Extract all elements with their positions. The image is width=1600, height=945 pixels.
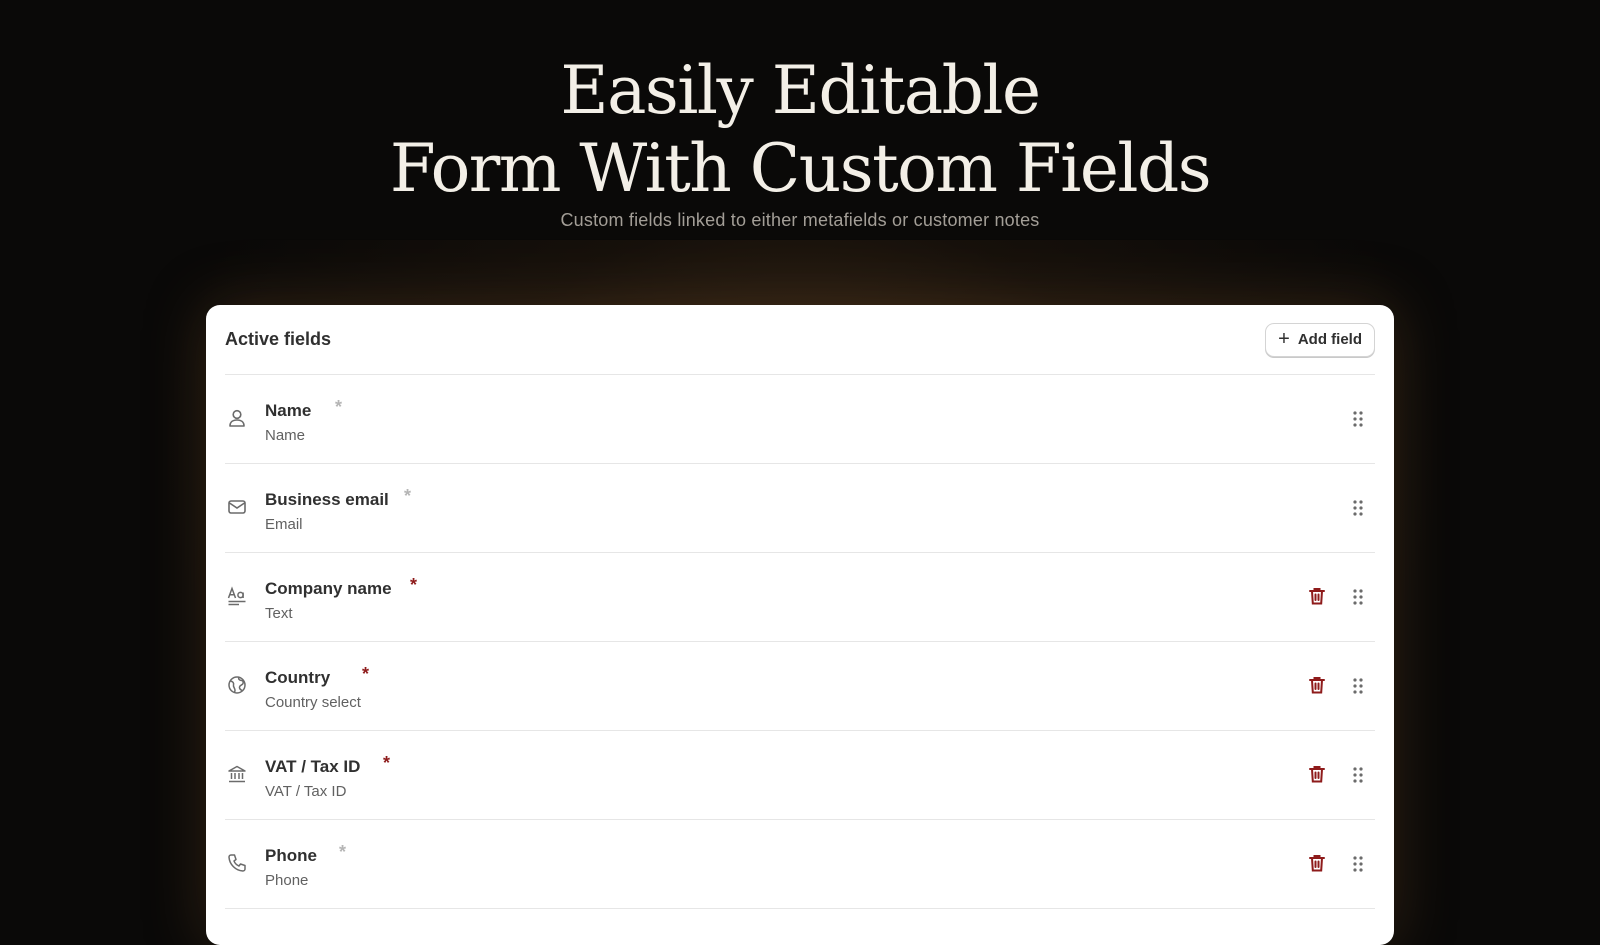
add-field-button[interactable]: + Add field [1265,322,1375,357]
field-type: Email [265,516,303,533]
field-type: Name [265,427,306,444]
trash-icon[interactable] [1307,675,1327,695]
required-indicator: * [339,842,347,862]
field-label: Name [265,401,312,420]
field-row-phone[interactable]: Phone * Phone [225,820,1375,909]
page-subtitle: Custom fields linked to either metafield… [560,210,1040,230]
phone-icon [228,854,246,872]
field-label: VAT / Tax ID [265,757,361,776]
page-title: Easily Editable Form With Custom Fields [0,52,1600,208]
field-row-business-email[interactable]: Business email * Email [225,464,1375,553]
field-row-company-name[interactable]: Company name * Text [225,553,1375,642]
field-label: Country [265,668,331,687]
title-line-2: Form With Custom Fields [389,130,1212,207]
hero-section: Easily Editable Form With Custom Fields … [0,52,1600,231]
field-row-vat-tax-id[interactable]: VAT / Tax ID * VAT / Tax ID [225,731,1375,820]
required-indicator: * [362,664,370,684]
active-fields-card: Active fields + Add field Name * Name Bu… [206,305,1394,945]
add-field-label: Add field [1297,331,1362,348]
required-indicator: * [335,397,343,417]
trash-icon[interactable] [1307,853,1327,873]
trash-icon[interactable] [1307,764,1327,784]
field-label: Business email [265,490,389,509]
required-indicator: * [410,575,418,595]
plus-icon: + [1278,327,1290,350]
field-row-country[interactable]: Country * Country select [225,642,1375,731]
card-title: Active fields [225,329,332,349]
drag-handle-icon[interactable] [1349,854,1367,874]
envelope-icon [228,500,246,514]
person-icon [229,409,245,427]
required-indicator: * [404,486,412,506]
field-label: Phone [265,846,317,865]
drag-handle-icon[interactable] [1349,587,1367,607]
field-row-name[interactable]: Name * Name [225,375,1375,464]
bank-icon [228,765,246,783]
drag-handle-icon[interactable] [1349,498,1367,518]
card-header: Active fields + Add field [225,305,1375,375]
field-type: VAT / Tax ID [265,783,347,800]
drag-handle-icon[interactable] [1349,765,1367,785]
text-format-icon [227,586,246,606]
field-label: Company name [265,579,392,598]
field-list: Name * Name Business email * Email Compa… [225,375,1375,909]
drag-handle-icon[interactable] [1349,409,1367,429]
required-indicator: * [383,753,391,773]
title-line-1: Easily Editable [560,52,1041,129]
field-type: Country select [265,694,361,711]
field-type: Text [265,605,293,622]
drag-handle-icon[interactable] [1349,676,1367,696]
trash-icon[interactable] [1307,586,1327,606]
globe-icon [228,676,246,694]
field-type: Phone [265,872,309,889]
